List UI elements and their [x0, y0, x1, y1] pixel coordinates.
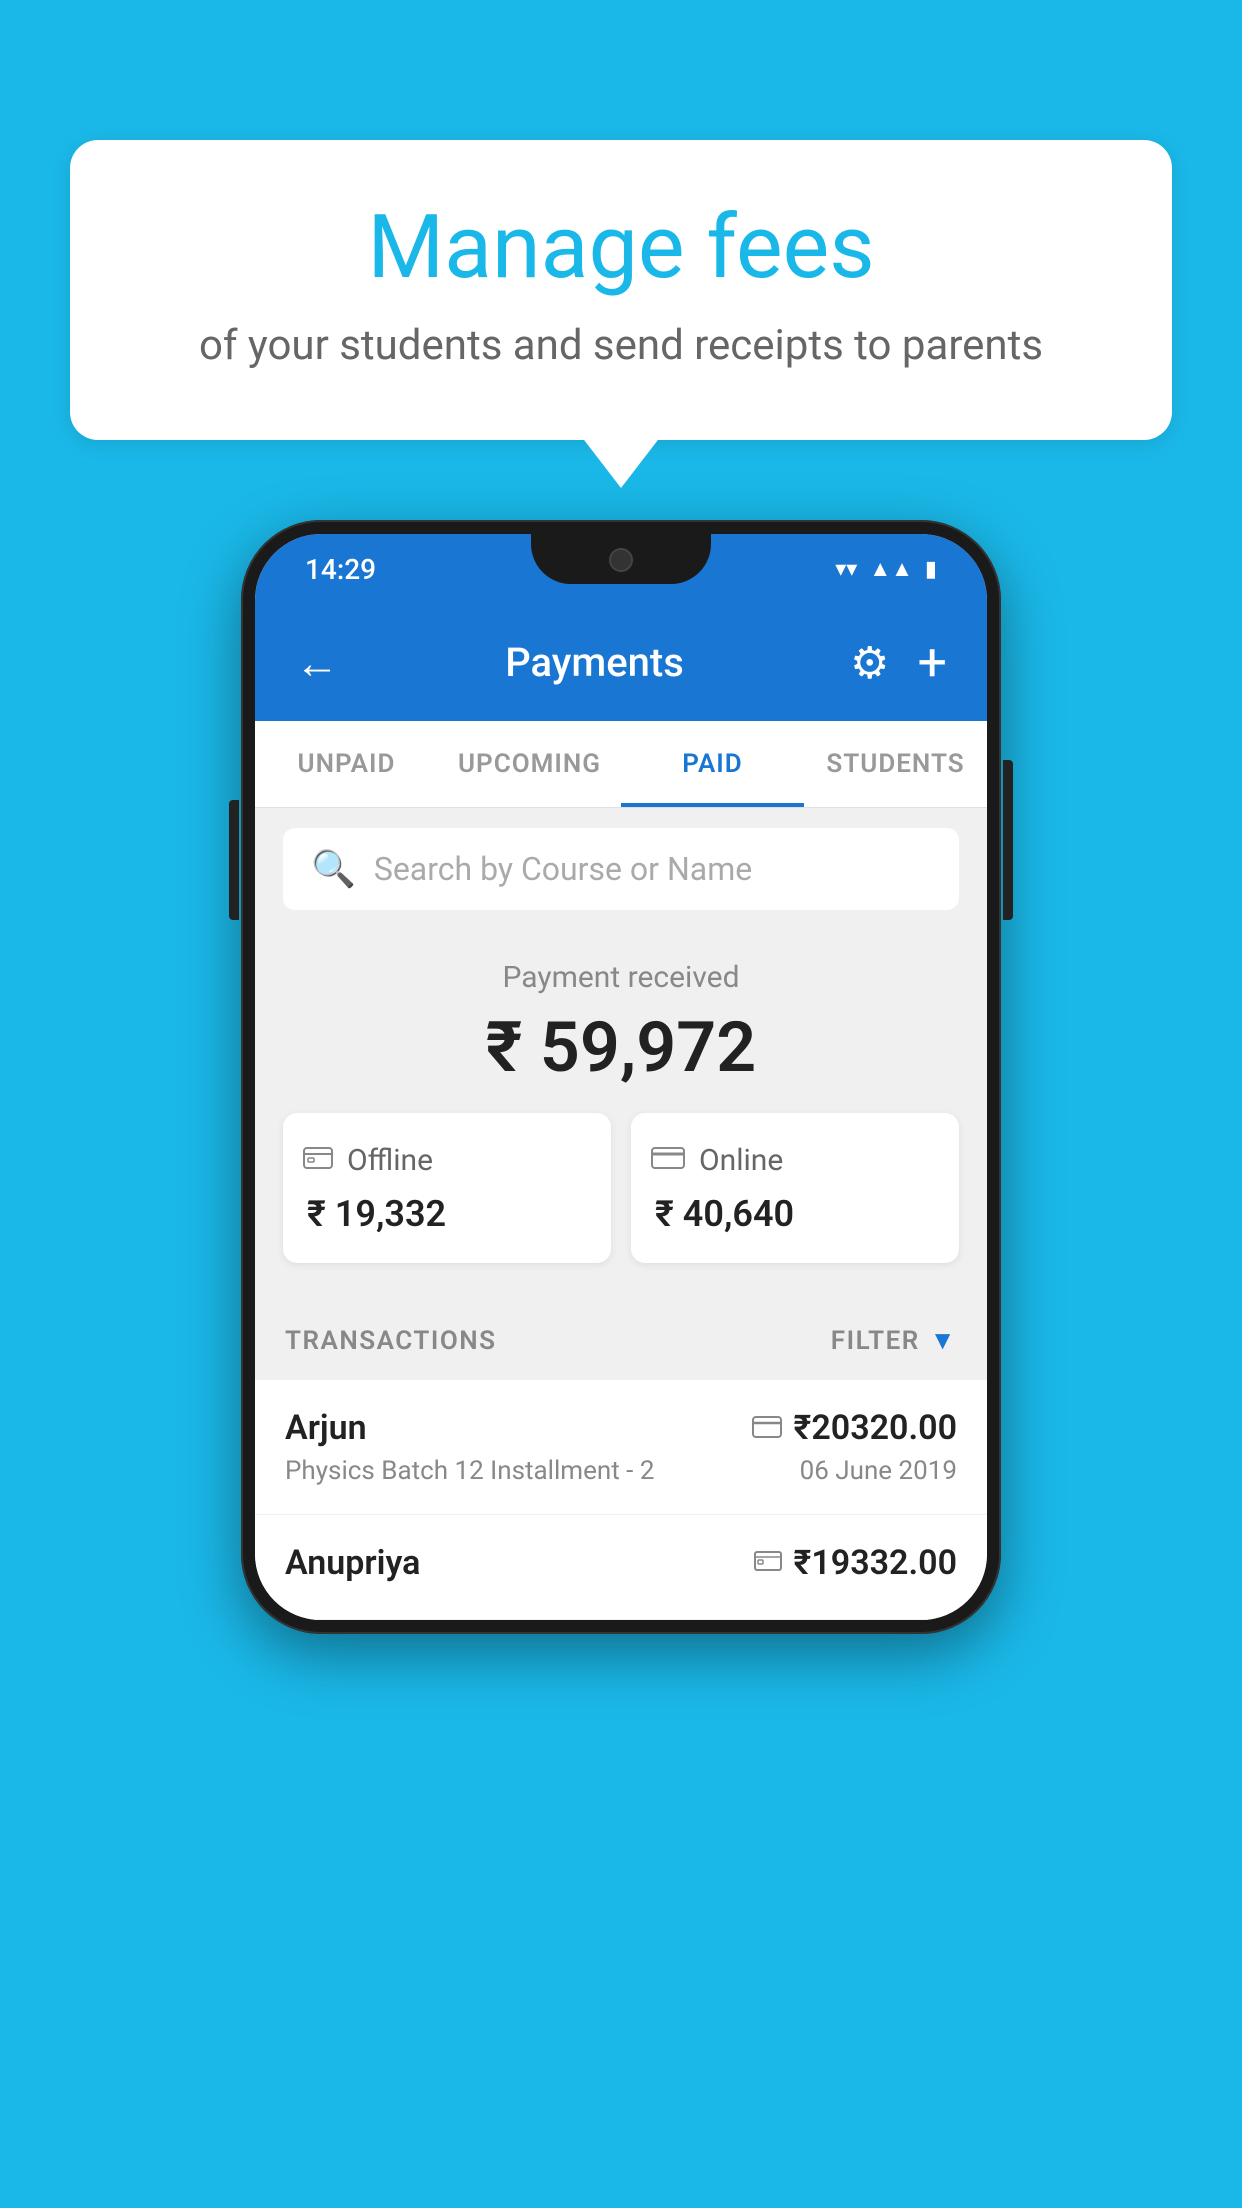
phone-mockup: 14:29 ▾▾ ▲▲ ▮ ← Payments ⚙ — [241, 520, 1001, 1634]
offline-card: Offline ₹ 19,332 — [283, 1113, 611, 1263]
offline-label: Offline — [347, 1143, 433, 1178]
notch — [531, 534, 711, 584]
header-title: Payments — [505, 639, 684, 686]
settings-icon[interactable]: ⚙ — [850, 637, 889, 689]
status-time: 14:29 — [305, 553, 376, 586]
tab-unpaid[interactable]: UNPAID — [255, 721, 438, 807]
online-card-header: Online — [651, 1141, 783, 1179]
back-button[interactable]: ← — [295, 637, 339, 689]
payment-summary: Payment received ₹ 59,972 — [255, 930, 987, 1301]
transaction-row-anupriya[interactable]: Anupriya ₹19332.00 — [255, 1515, 987, 1620]
app-header: ← Payments ⚙ + — [255, 604, 987, 721]
cash-payment-icon — [754, 1547, 782, 1580]
speech-bubble: Manage fees of your students and send re… — [70, 140, 1172, 440]
row-top-anupriya: Anupriya ₹19332.00 — [285, 1543, 957, 1583]
amount-arjun: ₹20320.00 — [794, 1408, 957, 1448]
phone-outer: 14:29 ▾▾ ▲▲ ▮ ← Payments ⚙ — [241, 520, 1001, 1634]
transaction-row-arjun[interactable]: Arjun ₹20320.00 Physics — [255, 1380, 987, 1515]
status-bar: 14:29 ▾▾ ▲▲ ▮ — [255, 534, 987, 604]
offline-amount: ₹ 19,332 — [303, 1193, 446, 1235]
filter-label: FILTER — [831, 1326, 920, 1356]
received-label: Payment received — [283, 960, 959, 995]
cash-icon — [303, 1141, 333, 1179]
tab-paid[interactable]: PAID — [621, 721, 804, 807]
card-icon — [651, 1141, 685, 1179]
course-arjun: Physics Batch 12 Installment - 2 — [285, 1456, 654, 1486]
online-label: Online — [699, 1143, 783, 1178]
filter-button[interactable]: FILTER ▼ — [831, 1325, 957, 1356]
tab-students[interactable]: STUDENTS — [804, 721, 987, 807]
search-bar[interactable]: 🔍 Search by Course or Name — [283, 828, 959, 910]
search-placeholder: Search by Course or Name — [374, 850, 752, 888]
wifi-icon: ▾▾ — [835, 557, 857, 582]
row-bottom-arjun: Physics Batch 12 Installment - 2 06 June… — [285, 1456, 957, 1486]
header-actions: ⚙ + — [850, 632, 947, 693]
payment-cards: Offline ₹ 19,332 — [283, 1113, 959, 1273]
online-amount: ₹ 40,640 — [651, 1193, 794, 1235]
filter-icon: ▼ — [930, 1325, 957, 1356]
online-card: Online ₹ 40,640 — [631, 1113, 959, 1263]
student-name-arjun: Arjun — [285, 1408, 367, 1448]
row-top-arjun: Arjun ₹20320.00 — [285, 1408, 957, 1448]
amount-row-anupriya: ₹19332.00 — [754, 1543, 957, 1583]
status-icons: ▾▾ ▲▲ ▮ — [835, 556, 937, 582]
phone-screen: 14:29 ▾▾ ▲▲ ▮ ← Payments ⚙ — [255, 534, 987, 1620]
transactions-header: TRANSACTIONS FILTER ▼ — [255, 1301, 987, 1380]
tabs-bar: UNPAID UPCOMING PAID STUDENTS — [255, 721, 987, 808]
offline-card-header: Offline — [303, 1141, 433, 1179]
add-icon[interactable]: + — [917, 632, 947, 693]
student-name-anupriya: Anupriya — [285, 1543, 420, 1583]
notch-camera — [609, 548, 633, 572]
search-container: 🔍 Search by Course or Name — [255, 808, 987, 930]
search-icon: 🔍 — [311, 848, 356, 890]
total-amount: ₹ 59,972 — [283, 1007, 959, 1089]
date-arjun: 06 June 2019 — [800, 1456, 957, 1486]
speech-bubble-container: Manage fees of your students and send re… — [70, 140, 1172, 440]
tab-upcoming[interactable]: UPCOMING — [438, 721, 621, 807]
amount-anupriya: ₹19332.00 — [794, 1543, 957, 1583]
transactions-label: TRANSACTIONS — [285, 1326, 497, 1356]
amount-row-arjun: ₹20320.00 — [752, 1408, 957, 1448]
bubble-title: Manage fees — [150, 200, 1092, 297]
card-payment-icon — [752, 1412, 782, 1445]
bubble-subtitle: of your students and send receipts to pa… — [150, 321, 1092, 370]
signal-icon: ▲▲ — [869, 556, 913, 582]
battery-icon: ▮ — [925, 557, 937, 582]
